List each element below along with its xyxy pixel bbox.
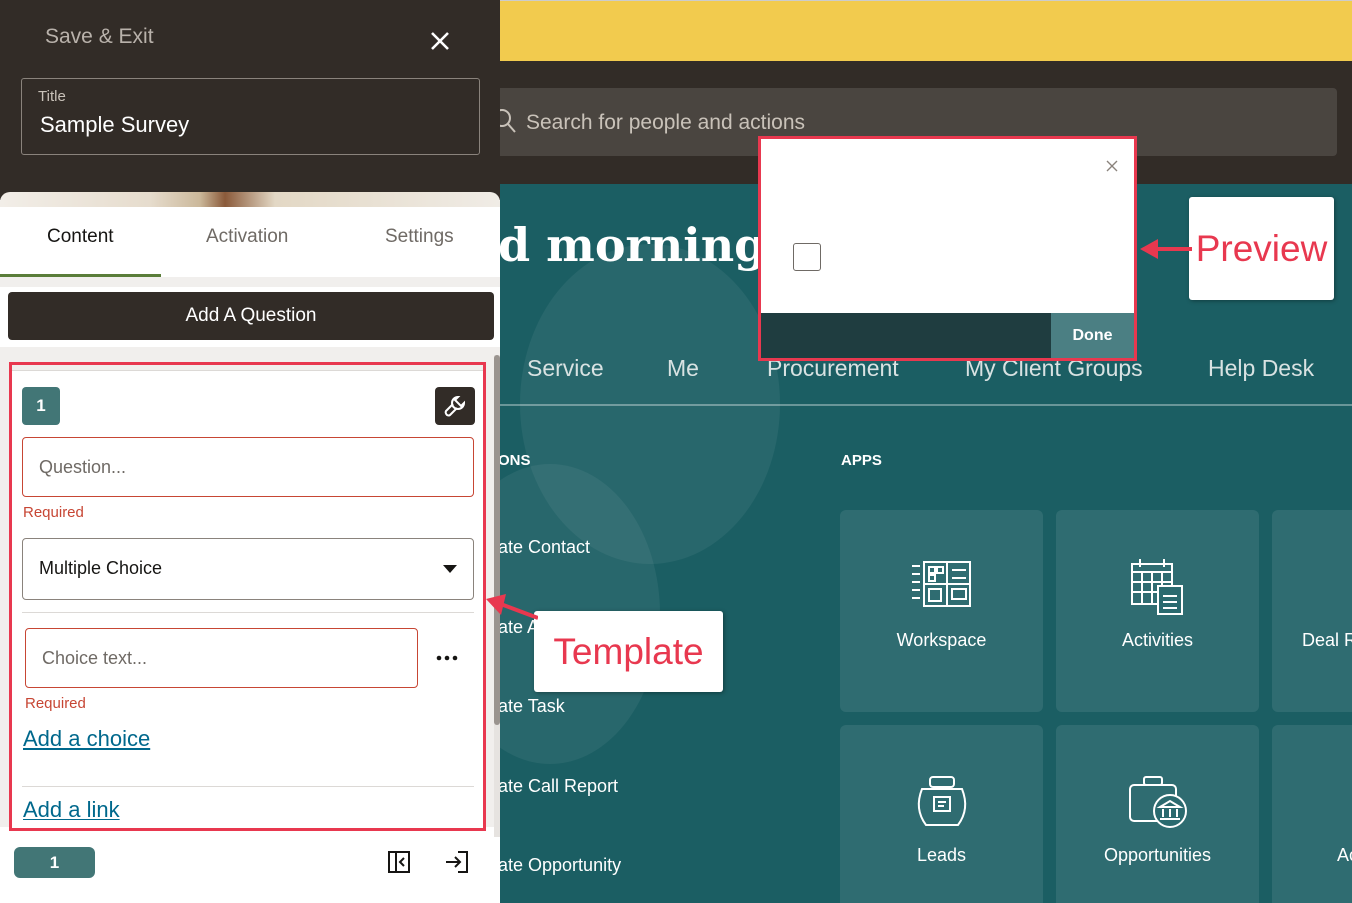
title-field-value[interactable]: Sample Survey	[40, 112, 189, 138]
app-label: Ac	[1337, 845, 1352, 865]
tab-activation[interactable]: Activation	[206, 226, 288, 248]
app-tile-leads[interactable]: Leads	[840, 725, 1043, 903]
question-settings-button[interactable]	[435, 387, 475, 425]
question-type-select[interactable]: Multiple Choice	[22, 538, 474, 600]
editor-footer: 1	[0, 837, 500, 903]
question-required-message: Required	[23, 504, 84, 521]
app-tile-activities[interactable]: Activities	[1056, 510, 1259, 712]
app-label: Opportunities	[1103, 845, 1212, 865]
preview-checkbox[interactable]	[793, 243, 821, 271]
collapse-panel-icon[interactable]	[386, 849, 412, 875]
divider	[22, 786, 474, 787]
quick-action-create-call-report[interactable]: ate Call Report	[498, 776, 618, 797]
quick-action-create-contact[interactable]: ate Contact	[498, 537, 590, 558]
tab-separator	[0, 277, 500, 287]
close-icon[interactable]	[426, 27, 454, 55]
divider	[22, 612, 474, 613]
app-label: Deal R	[1302, 630, 1352, 650]
page-number-badge[interactable]: 1	[14, 847, 95, 878]
app-tile-workspace[interactable]: Workspace	[840, 510, 1043, 712]
title-field[interactable]: Title Sample Survey	[21, 78, 480, 155]
editor-tabs: Content Activation Settings	[0, 207, 500, 277]
calendar-icon	[1130, 559, 1183, 615]
survey-cover-image	[0, 192, 500, 207]
survey-editor-header: Save & Exit Title Sample Survey	[0, 0, 500, 200]
close-icon[interactable]	[1105, 159, 1119, 173]
quick-action-create-task[interactable]: ate Task	[498, 696, 565, 717]
workspace-icon	[911, 561, 971, 607]
wrench-icon	[444, 395, 466, 417]
app-label: Workspace	[896, 630, 987, 650]
choice-text-input[interactable]	[25, 628, 418, 688]
quick-action-create-account[interactable]: ate A	[498, 617, 539, 638]
question-card: 1 Required Multiple Choice Required Add …	[12, 370, 484, 830]
search-placeholder: Search for people and actions	[526, 111, 806, 134]
quick-actions-heading: ONS	[498, 452, 531, 469]
save-exit-link[interactable]: Save & Exit	[45, 25, 154, 49]
scrollbar[interactable]	[494, 355, 500, 903]
scrollbar-thumb[interactable]	[494, 355, 500, 725]
top-banner	[500, 0, 1352, 61]
preview-footer: Done	[761, 313, 1134, 358]
question-number-badge: 1	[22, 387, 60, 425]
question-type-value: Multiple Choice	[39, 558, 163, 578]
preview-callout: Preview	[1189, 197, 1334, 300]
quick-action-create-opportunity[interactable]: ate Opportunity	[498, 855, 621, 876]
app-tile-deal-registration[interactable]: Deal R	[1272, 510, 1352, 712]
opportunities-icon	[1128, 776, 1187, 828]
add-question-button[interactable]: Add A Question	[8, 292, 494, 340]
more-options-icon[interactable]	[432, 643, 462, 673]
add-choice-link[interactable]: Add a choice	[23, 726, 150, 752]
choice-required-message: Required	[25, 695, 86, 712]
tab-content[interactable]: Content	[47, 226, 114, 248]
survey-preview-dialog: Done	[758, 136, 1137, 361]
title-field-label: Title	[38, 88, 66, 105]
nav-tabs-divider	[500, 404, 1352, 406]
apps-heading: APPS	[841, 452, 882, 469]
app-label: Leads	[916, 845, 967, 865]
app-tile-opportunities[interactable]: Opportunities	[1056, 725, 1259, 903]
survey-editor-body: Content Activation Settings Add A Questi…	[0, 207, 500, 903]
app-tile-accounts[interactable]: Ac	[1272, 725, 1352, 903]
chevron-down-icon	[443, 565, 457, 573]
question-input[interactable]	[22, 437, 474, 497]
leads-icon	[917, 776, 966, 826]
exit-icon[interactable]	[444, 849, 470, 875]
nav-tab-help-desk[interactable]: Help Desk	[1208, 355, 1314, 382]
add-link-link[interactable]: Add a link	[23, 797, 120, 820]
done-button[interactable]: Done	[1051, 313, 1134, 358]
nav-tab-service[interactable]: Service	[527, 355, 604, 382]
nav-tab-me[interactable]: Me	[667, 355, 699, 382]
app-label: Activities	[1121, 630, 1193, 650]
tab-settings[interactable]: Settings	[385, 226, 454, 248]
template-callout: Template	[534, 611, 723, 692]
